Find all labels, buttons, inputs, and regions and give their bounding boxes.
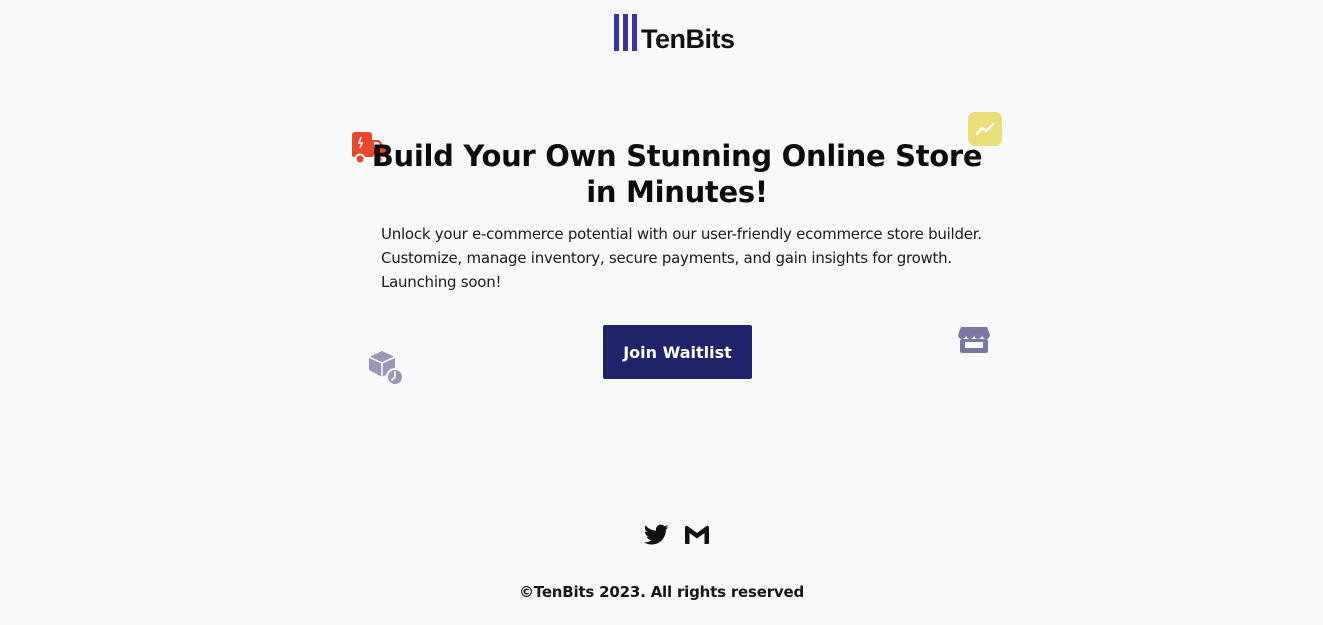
twitter-link[interactable]: [643, 524, 669, 546]
gmail-icon: [685, 525, 709, 544]
social-links: [643, 524, 710, 546]
copyright-text: ©TenBits 2023. All rights reserved: [518, 583, 804, 601]
storefront-icon: [958, 327, 990, 353]
description-line-3: Launching soon!: [381, 273, 502, 291]
page-title: Build Your Own Stunning Online Store in …: [352, 138, 1002, 210]
twitter-icon: [643, 524, 669, 545]
description-line-1: Unlock your e-commerce potential with ou…: [381, 225, 982, 243]
landing-page: TenBits Build Your Own Stunning Online S…: [0, 0, 1323, 625]
headline-line-2: in Minutes!: [586, 175, 768, 209]
logo-bars-icon: [614, 14, 637, 51]
gmail-link[interactable]: [684, 525, 710, 545]
brand-name: TenBits: [641, 24, 735, 54]
description-line-2: Customize, manage inventory, secure paym…: [381, 249, 952, 267]
package-clock-icon: [368, 351, 404, 386]
hero-description: Unlock your e-commerce potential with ou…: [381, 222, 982, 294]
brand-logo[interactable]: TenBits: [614, 13, 735, 54]
join-waitlist-button[interactable]: Join Waitlist: [603, 325, 752, 379]
headline-line-1: Build Your Own Stunning Online Store: [371, 139, 983, 173]
